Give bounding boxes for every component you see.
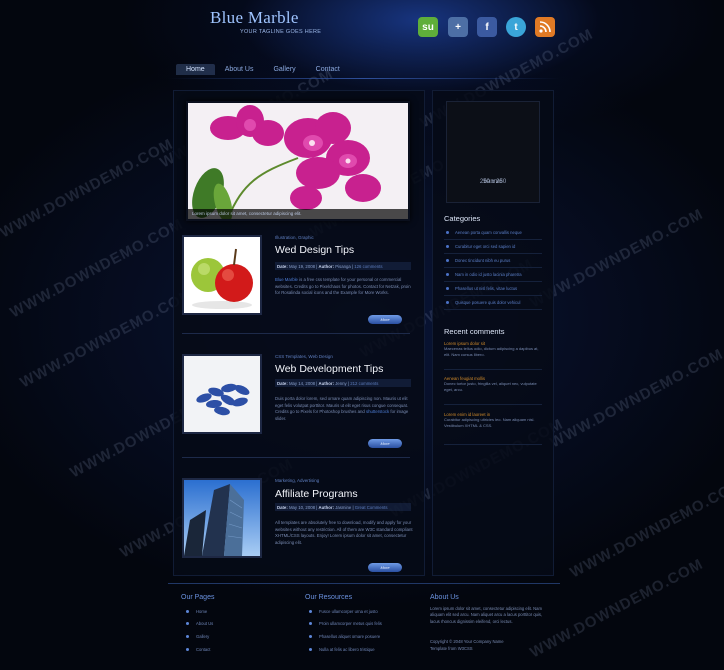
bullet-icon xyxy=(446,231,449,234)
footer-copyright: Copyright © 2048 Your Company Name xyxy=(430,639,504,644)
read-more-button[interactable]: More xyxy=(368,315,402,324)
skyscrapers-image xyxy=(184,480,260,556)
nav-home[interactable]: Home xyxy=(176,64,215,75)
nav-about-us[interactable]: About Us xyxy=(215,64,264,75)
comment-item: Lorem ipsum dolor sit Maecenas tellus od… xyxy=(444,341,542,370)
footer-link[interactable]: Proin ullamcorper metus quis felis xyxy=(309,621,382,626)
post-category[interactable]: CSS Templates, Web Design xyxy=(275,354,333,359)
comment-text: Donec tortor justo, fringilla vel, aliqu… xyxy=(444,381,537,392)
bullet-icon xyxy=(186,622,189,625)
bullet-icon xyxy=(309,622,312,625)
nav-gallery[interactable]: Gallery xyxy=(263,64,305,75)
post-excerpt: Blue Marble is a free css template for y… xyxy=(275,277,411,295)
nav-contact[interactable]: Contact xyxy=(306,64,350,75)
categories-heading: Categories xyxy=(444,214,481,223)
rss-icon[interactable] xyxy=(535,17,555,37)
bullet-icon xyxy=(446,287,449,290)
post-title[interactable]: Wed Design Tips xyxy=(275,244,354,256)
footer-divider xyxy=(168,583,560,584)
post-thumbnail[interactable] xyxy=(182,354,262,434)
comment-item: Lorem enim id laoreet in Curabitur adipi… xyxy=(444,412,542,445)
category-link[interactable]: Quisque posuere quis dolor vehicul xyxy=(444,296,542,310)
bullet-icon xyxy=(309,648,312,651)
post-thumbnail[interactable] xyxy=(182,235,262,315)
bullet-icon xyxy=(446,259,449,262)
category-link[interactable]: Donec tincidunt nibh eu purus xyxy=(444,254,542,268)
twitter-icon[interactable]: t xyxy=(506,17,526,37)
post-meta: Date: May 10, 2008 | Author: Jasmine | G… xyxy=(275,503,411,511)
category-link[interactable]: Curabitur eget orci sed sapien id xyxy=(444,240,542,254)
comment-text: Maecenas tellus odio, dictum adipiscing … xyxy=(444,346,539,357)
apples-image xyxy=(184,237,260,313)
footer-pages-heading: Our Pages xyxy=(181,594,215,601)
footer-link[interactable]: About Us xyxy=(186,621,213,626)
comment-text: Curabitur adipiscing ultricies leo. Nam … xyxy=(444,417,535,428)
footer-link[interactable]: Contact xyxy=(186,647,210,652)
post-excerpt: All templates are absolutely free to dow… xyxy=(275,520,413,545)
footer-link[interactable]: Home xyxy=(186,609,207,614)
footer-credit[interactable]: Template from W3CSS xyxy=(430,646,546,652)
footer-link[interactable]: Nulla at felis ac libero tristique xyxy=(309,647,375,652)
post-meta: Date: May 19, 2008 | Author: Pisanga | 1… xyxy=(275,262,411,270)
stumbleupon-icon[interactable]: su xyxy=(418,17,438,37)
category-link[interactable]: Nam in odio id justo lacinia pharetra xyxy=(444,268,542,282)
pills-image xyxy=(184,356,260,432)
post-meta: Date: May 14, 2008 | Author: Jenny | 212… xyxy=(275,379,411,387)
footer-link[interactable]: Gallery xyxy=(186,634,209,639)
read-more-button[interactable]: More xyxy=(368,439,402,448)
ad-banner[interactable]: 250 x 250 banner xyxy=(446,101,540,203)
bullet-icon xyxy=(446,301,449,304)
recent-comments-heading: Recent comments xyxy=(444,327,505,336)
comment-item: Aenean feugiat mollis Donec tortor justo… xyxy=(444,376,542,405)
footer-link[interactable]: Fusce ullamcorper urna et justo xyxy=(309,609,378,614)
post-title[interactable]: Affiliate Programs xyxy=(275,488,358,500)
footer-resources-heading: Our Resources xyxy=(305,594,353,601)
site-tagline: YOUR TAGLINE GOES HERE xyxy=(240,29,322,35)
category-link[interactable]: Aenean porta quam convallis neque xyxy=(444,226,542,240)
bullet-icon xyxy=(186,610,189,613)
footer-about-text: Lorem ipsum dolor sit amet, consectetur … xyxy=(430,606,543,624)
nav-divider xyxy=(168,78,560,79)
categories-list: Aenean porta quam convallis neque Curabi… xyxy=(444,226,542,310)
post-excerpt: Duis porta dolor lorem, sed ornare quam … xyxy=(275,396,409,421)
post-divider xyxy=(182,457,410,458)
footer-about-heading: About Us xyxy=(430,594,459,601)
post-category[interactable]: Illustration, Graphic xyxy=(275,235,314,240)
bullet-icon xyxy=(309,635,312,638)
post-thumbnail[interactable] xyxy=(182,478,262,558)
bullet-icon xyxy=(309,610,312,613)
bullet-icon xyxy=(446,273,449,276)
post-title[interactable]: Web Development Tips xyxy=(275,363,383,375)
footer-link[interactable]: Phasellus aliquet ornare posuere xyxy=(309,634,380,639)
post-category[interactable]: Marketing, Advertising xyxy=(275,478,319,483)
bullet-icon xyxy=(446,245,449,248)
facebook-icon[interactable]: f xyxy=(477,17,497,37)
hero-slider[interactable]: Lorem ipsum dolor sit amet, consectetur … xyxy=(186,101,410,221)
read-more-button[interactable]: More xyxy=(368,563,402,572)
site-logo[interactable]: Blue Marble xyxy=(210,8,299,28)
main-nav: Home About Us Gallery Contact xyxy=(176,64,350,75)
orchid-image xyxy=(188,103,408,219)
hero-caption: Lorem ipsum dolor sit amet, consectetur … xyxy=(188,209,408,219)
bullet-icon xyxy=(186,635,189,638)
category-link[interactable]: Phasellus ut nisl felis, vitae luctus xyxy=(444,282,542,296)
post-divider xyxy=(182,333,410,334)
digg-icon[interactable]: + xyxy=(448,17,468,37)
bullet-icon xyxy=(186,648,189,651)
